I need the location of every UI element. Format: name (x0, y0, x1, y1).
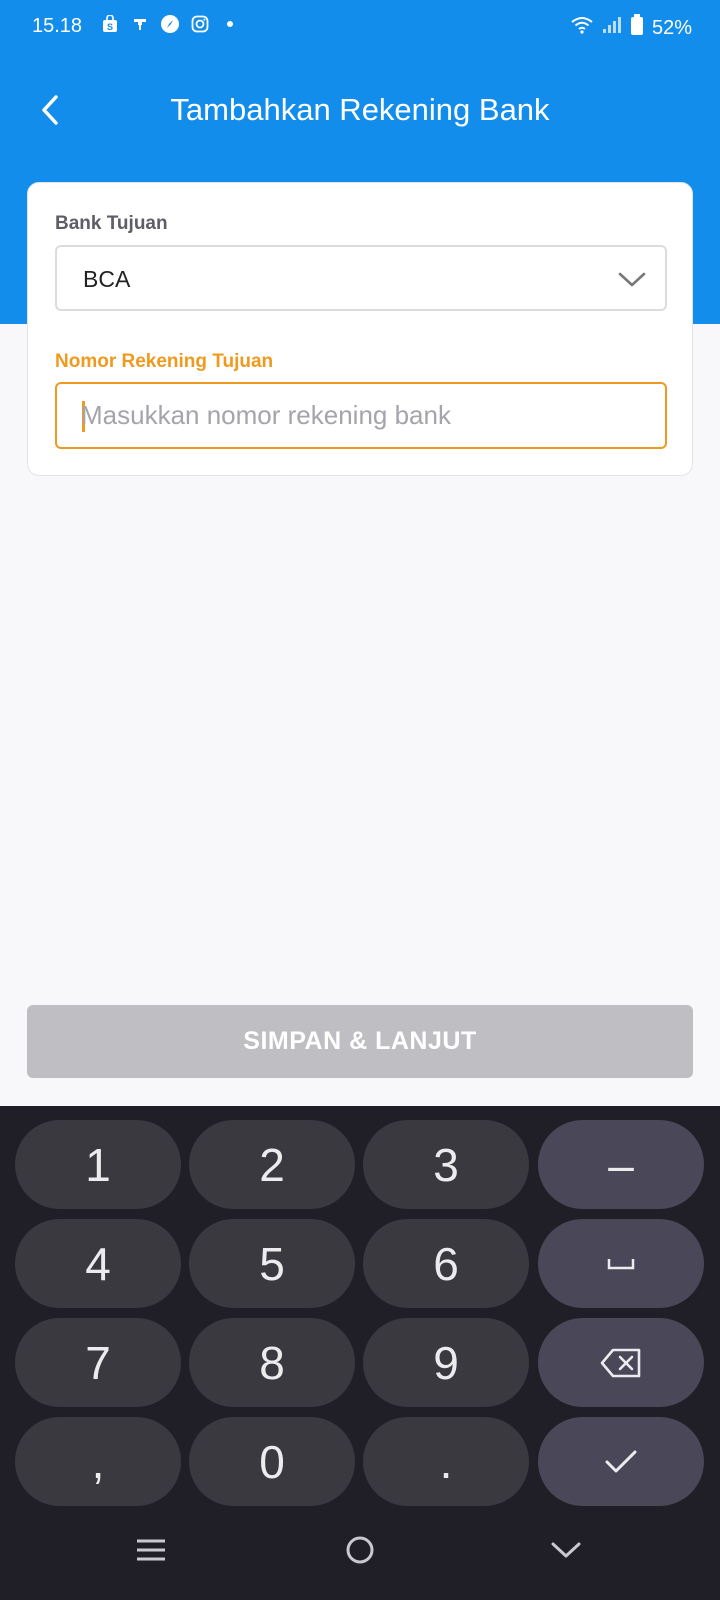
app-top-bar: Tambahkan Rekening Bank (0, 56, 720, 166)
key-minus[interactable]: – (538, 1120, 704, 1209)
key-4[interactable]: 4 (15, 1219, 181, 1308)
key-backspace[interactable] (538, 1318, 704, 1407)
key-comma[interactable]: , (15, 1417, 181, 1506)
save-continue-button[interactable]: SIMPAN & LANJUT (27, 1005, 693, 1078)
home-circle-icon (346, 1536, 374, 1564)
svg-text:S: S (107, 22, 113, 32)
key-8[interactable]: 8 (189, 1318, 355, 1407)
bank-select[interactable]: BCA (55, 245, 667, 311)
system-icons: 52% (570, 14, 692, 42)
recent-apps-button[interactable] (121, 1530, 181, 1570)
account-number-input[interactable] (81, 384, 651, 447)
bank-label: Bank Tujuan (55, 213, 168, 234)
status-time: 15.18 (32, 15, 83, 37)
hide-keyboard-button[interactable] (536, 1530, 596, 1570)
backspace-icon (600, 1348, 641, 1377)
account-number-label: Nomor Rekening Tujuan (55, 351, 274, 372)
bank-account-form-card: Bank Tujuan BCA Nomor Rekening Tujuan (27, 182, 693, 476)
key-9[interactable]: 9 (363, 1318, 529, 1407)
check-icon (605, 1450, 637, 1472)
battery-percentage: 52% (651, 16, 692, 39)
compass-icon (160, 14, 180, 34)
hanger-icon (130, 14, 150, 34)
menu-icon (137, 1539, 165, 1561)
key-2[interactable]: 2 (189, 1120, 355, 1209)
key-6[interactable]: 6 (363, 1219, 529, 1308)
key-5[interactable]: 5 (189, 1219, 355, 1308)
key-3[interactable]: 3 (363, 1120, 529, 1209)
key-0[interactable]: 0 (189, 1417, 355, 1506)
notification-icons: S (100, 14, 240, 34)
home-button[interactable] (330, 1530, 390, 1570)
chevron-down-icon (618, 272, 646, 287)
battery-icon (630, 14, 644, 42)
key-period[interactable]: . (363, 1417, 529, 1506)
key-space[interactable] (538, 1219, 704, 1308)
chevron-down-icon (551, 1542, 581, 1558)
key-7[interactable]: 7 (15, 1318, 181, 1407)
system-navigation-bar (0, 1500, 720, 1600)
wifi-icon (570, 15, 594, 41)
shopping-bag-icon: S (100, 14, 120, 34)
status-bar: 15.18 S 52% (0, 0, 720, 56)
page-title: Tambahkan Rekening Bank (170, 92, 550, 127)
space-icon (607, 1258, 635, 1269)
key-1[interactable]: 1 (15, 1120, 181, 1209)
account-number-field[interactable] (55, 382, 667, 449)
signal-icon (602, 15, 622, 41)
dot-icon (220, 14, 240, 34)
bank-select-value: BCA (83, 266, 131, 292)
instagram-icon (190, 14, 210, 34)
key-done[interactable] (538, 1417, 704, 1506)
